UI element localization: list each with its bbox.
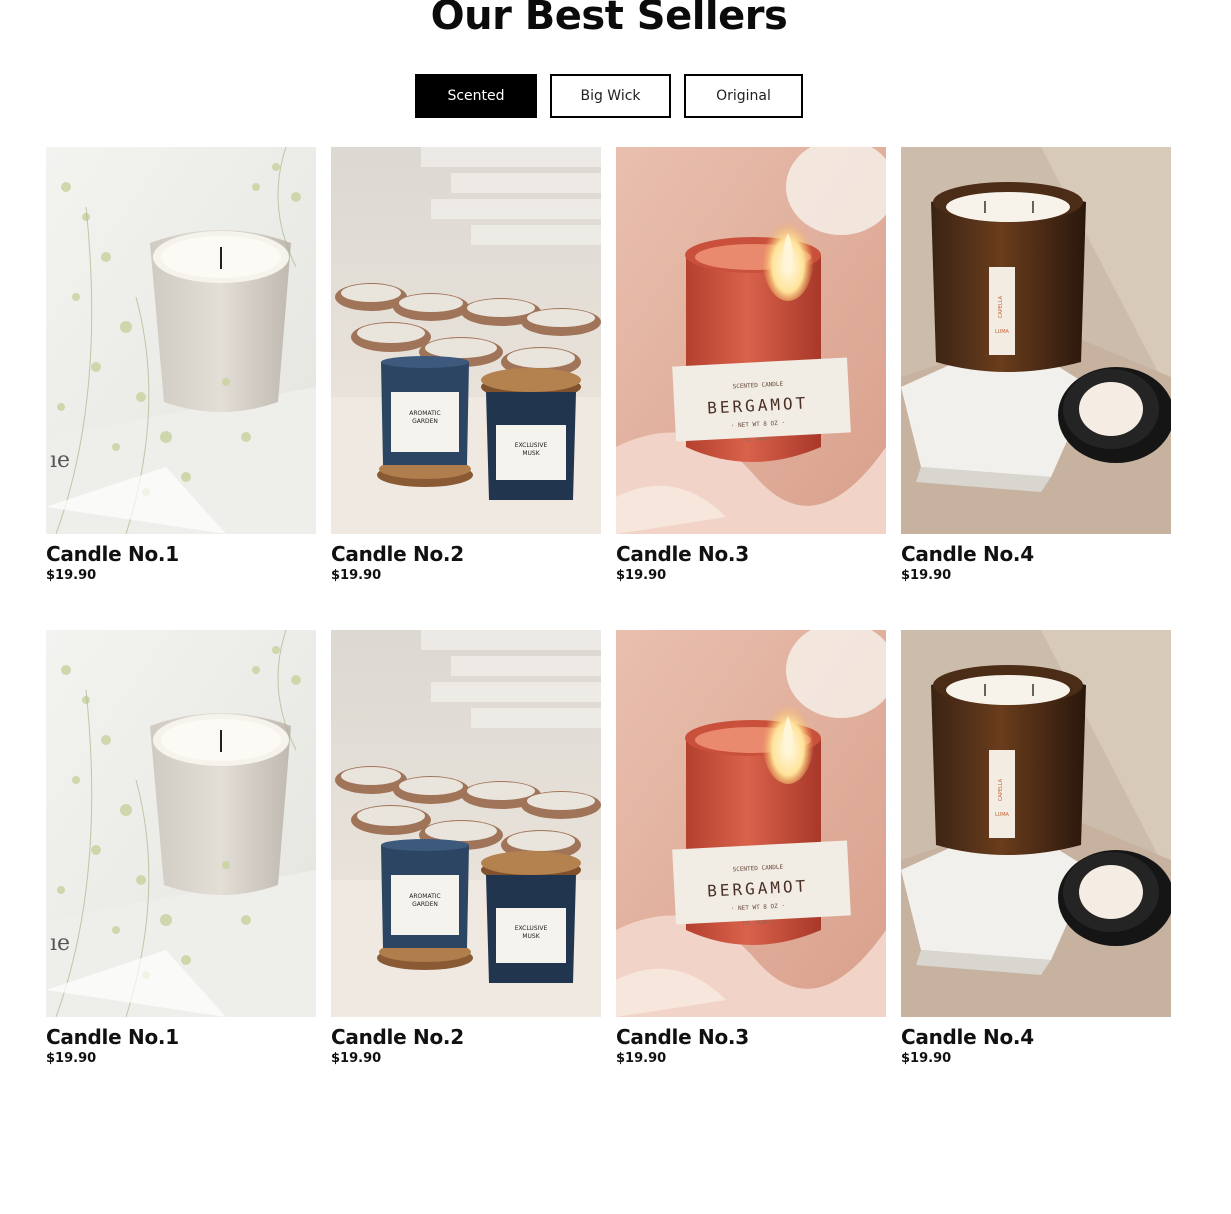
product-image-candle-1[interactable]: ıe xyxy=(46,630,316,1017)
product-price: $19.90 xyxy=(616,1051,667,1066)
product-price: $19.90 xyxy=(46,1051,97,1066)
svg-text:LUMA: LUMA xyxy=(995,329,1010,335)
svg-text:CAPELLA: CAPELLA xyxy=(998,778,1004,801)
product-row: ıe Candle No.1 $19.90 AROMATIC GARDEN EX… xyxy=(46,147,1172,630)
tab-big-wick[interactable]: Big Wick xyxy=(550,74,671,118)
svg-text:GARDEN: GARDEN xyxy=(412,901,438,908)
svg-text:EXCLUSIVE: EXCLUSIVE xyxy=(515,442,548,449)
product-card[interactable]: AROMATIC GARDEN EXCLUSIVE MUSK Candle No… xyxy=(331,147,601,630)
product-card[interactable]: ıe Candle No.1 $19.90 xyxy=(46,630,316,1113)
product-name[interactable]: Candle No.2 xyxy=(331,1025,601,1049)
product-name[interactable]: Candle No.4 xyxy=(901,542,1171,566)
product-image-candle-2[interactable]: AROMATIC GARDEN EXCLUSIVE MUSK xyxy=(331,630,601,1017)
svg-text:ıe: ıe xyxy=(50,448,70,473)
product-card[interactable]: SCENTED CANDLE BERGAMOT · NET WT 8 OZ · … xyxy=(616,630,886,1113)
product-image-candle-4[interactable]: CAPELLA LUMA xyxy=(901,147,1171,534)
svg-text:MUSK: MUSK xyxy=(522,450,540,457)
product-name[interactable]: Candle No.4 xyxy=(901,1025,1171,1049)
product-card[interactable]: SCENTED CANDLE BERGAMOT · NET WT 8 OZ · … xyxy=(616,147,886,630)
product-price: $19.90 xyxy=(46,568,97,583)
product-price: $19.90 xyxy=(616,568,667,583)
product-image-candle-1[interactable]: ıe xyxy=(46,147,316,534)
product-card[interactable]: ıe Candle No.1 $19.90 xyxy=(46,147,316,630)
svg-text:GARDEN: GARDEN xyxy=(412,418,438,425)
product-card[interactable]: AROMATIC GARDEN EXCLUSIVE MUSK Candle No… xyxy=(331,630,601,1113)
product-row: ıe Candle No.1 $19.90 AROMATIC GARDEN EX… xyxy=(46,630,1172,1113)
product-image-candle-3[interactable]: SCENTED CANDLE BERGAMOT · NET WT 8 OZ · … xyxy=(616,147,886,534)
product-price: $19.90 xyxy=(901,568,952,583)
svg-text:ıe: ıe xyxy=(50,931,70,956)
category-tabs: Scented Big Wick Original xyxy=(415,74,803,118)
product-image-candle-2[interactable]: AROMATIC GARDEN EXCLUSIVE MUSK xyxy=(331,147,601,534)
svg-text:LUMA: LUMA xyxy=(995,812,1010,818)
tab-scented[interactable]: Scented xyxy=(415,74,537,118)
product-card[interactable]: CAPELLA LUMA Candle No.4 $19.90 xyxy=(901,630,1171,1113)
svg-text:CAPELLA: CAPELLA xyxy=(998,295,1004,318)
product-price: $19.90 xyxy=(901,1051,952,1066)
product-name[interactable]: Candle No.3 xyxy=(616,1025,886,1049)
product-card[interactable]: CAPELLA LUMA Candle No.4 $19.90 xyxy=(901,147,1171,630)
tab-original[interactable]: Original xyxy=(684,74,803,118)
product-name[interactable]: Candle No.1 xyxy=(46,542,316,566)
product-image-candle-4[interactable]: CAPELLA LUMA xyxy=(901,630,1171,1017)
product-name[interactable]: Candle No.3 xyxy=(616,542,886,566)
product-price: $19.90 xyxy=(331,1051,382,1066)
product-name[interactable]: Candle No.1 xyxy=(46,1025,316,1049)
product-price: $19.90 xyxy=(331,568,382,583)
svg-text:EXCLUSIVE: EXCLUSIVE xyxy=(515,925,548,932)
svg-text:MUSK: MUSK xyxy=(522,933,540,940)
product-name[interactable]: Candle No.2 xyxy=(331,542,601,566)
svg-text:AROMATIC: AROMATIC xyxy=(409,410,440,417)
section-title: Our Best Sellers xyxy=(430,0,788,39)
svg-text:AROMATIC: AROMATIC xyxy=(409,893,440,900)
product-grid: ıe Candle No.1 $19.90 AROMATIC GARDEN EX… xyxy=(46,147,1172,1113)
product-image-candle-3[interactable]: SCENTED CANDLE BERGAMOT · NET WT 8 OZ · … xyxy=(616,630,886,1017)
